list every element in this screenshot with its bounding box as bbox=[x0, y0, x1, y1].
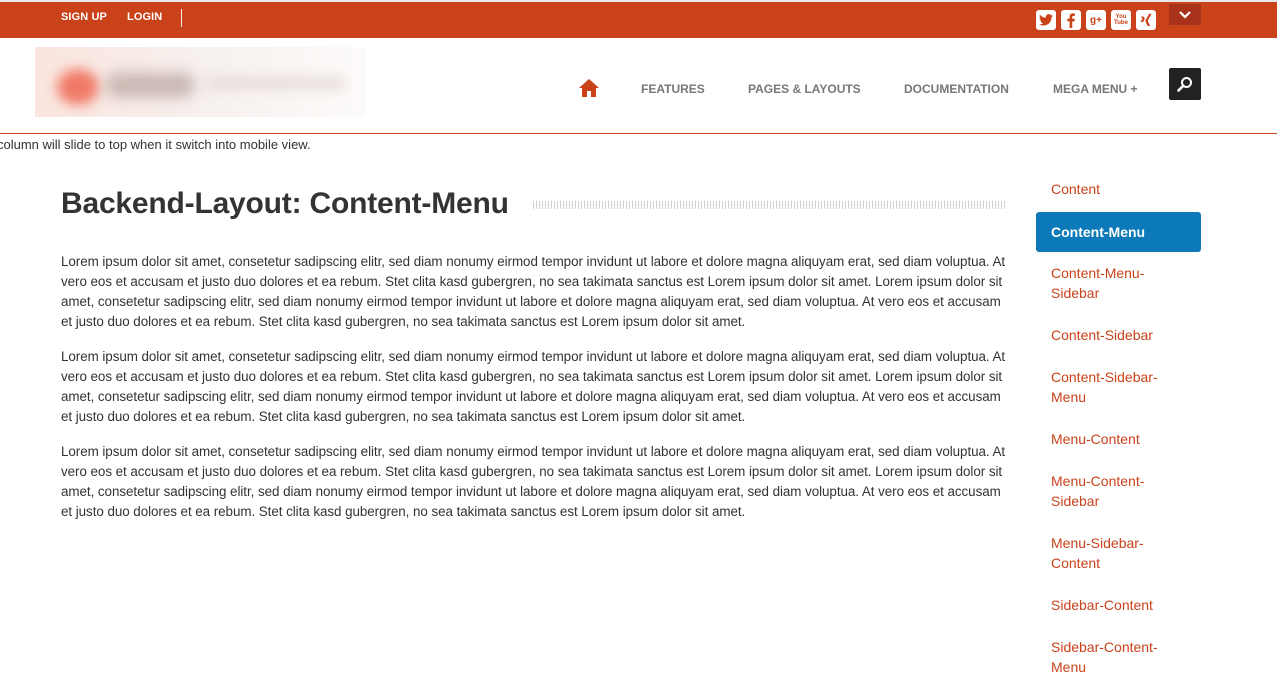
sidebar-item-content-menu[interactable]: Content-Menu bbox=[1036, 212, 1201, 252]
nav-mega-menu[interactable]: MEGA MENU + bbox=[1053, 82, 1138, 96]
content-paragraph: Lorem ipsum dolor sit amet, consetetur s… bbox=[61, 254, 1006, 329]
topbar-divider bbox=[181, 9, 182, 27]
mobile-view-notice: column will slide to top when it switch … bbox=[0, 137, 311, 152]
nav-documentation[interactable]: DOCUMENTATION bbox=[904, 82, 1009, 96]
youtube-icon[interactable]: You Tube bbox=[1111, 10, 1131, 30]
page-title-row: Backend-Layout: Content-Menu bbox=[61, 187, 1006, 227]
xing-icon[interactable] bbox=[1136, 10, 1156, 30]
nav-pages-layouts[interactable]: PAGES & LAYOUTS bbox=[748, 82, 861, 96]
signup-link[interactable]: SIGN UP bbox=[61, 11, 107, 23]
page-title: Backend-Layout: Content-Menu bbox=[61, 187, 509, 220]
login-link[interactable]: LOGIN bbox=[127, 11, 162, 23]
sidebar-item-content-sidebar[interactable]: Content-Sidebar bbox=[1036, 316, 1201, 356]
topbar-toggle-button[interactable] bbox=[1169, 4, 1201, 25]
content-paragraph: Lorem ipsum dolor sit amet, consetetur s… bbox=[61, 444, 1006, 519]
search-icon bbox=[1177, 77, 1192, 92]
twitter-icon[interactable] bbox=[1036, 10, 1056, 30]
facebook-icon[interactable] bbox=[1061, 10, 1081, 30]
youtube-text: You Tube bbox=[1114, 14, 1128, 26]
title-decoration bbox=[533, 201, 1006, 209]
search-button[interactable] bbox=[1169, 68, 1201, 100]
sidebar-item-content-menu-sidebar[interactable]: Content-Menu- Sidebar bbox=[1036, 254, 1201, 314]
main-content: Lorem ipsum dolor sit amet, consetetur s… bbox=[61, 252, 1006, 537]
site-header: FEATURES PAGES & LAYOUTS DOCUMENTATION M… bbox=[0, 38, 1277, 134]
nav-features[interactable]: FEATURES bbox=[641, 82, 705, 96]
sidebar-menu: Content Content-Menu Content-Menu- Sideb… bbox=[1036, 170, 1201, 690]
content-paragraph: Lorem ipsum dolor sit amet, consetetur s… bbox=[61, 349, 1006, 424]
sidebar-item-menu-content-sidebar[interactable]: Menu-Content- Sidebar bbox=[1036, 462, 1201, 522]
sidebar-item-sidebar-content[interactable]: Sidebar-Content bbox=[1036, 586, 1201, 626]
home-icon bbox=[579, 79, 599, 97]
top-bar: SIGN UP LOGIN g+ You Tube bbox=[0, 0, 1277, 38]
chevron-down-icon bbox=[1179, 10, 1191, 19]
nav-home[interactable] bbox=[579, 79, 599, 97]
sidebar-item-content-sidebar-menu[interactable]: Content-Sidebar- Menu bbox=[1036, 358, 1201, 418]
google-plus-icon[interactable]: g+ bbox=[1086, 10, 1106, 30]
site-logo[interactable] bbox=[35, 47, 366, 117]
sidebar-item-content[interactable]: Content bbox=[1036, 170, 1201, 210]
sidebar-item-menu-sidebar-content[interactable]: Menu-Sidebar- Content bbox=[1036, 524, 1201, 584]
sidebar-item-menu-content[interactable]: Menu-Content bbox=[1036, 420, 1201, 460]
sidebar-item-sidebar-content-menu[interactable]: Sidebar-Content- Menu bbox=[1036, 628, 1201, 688]
